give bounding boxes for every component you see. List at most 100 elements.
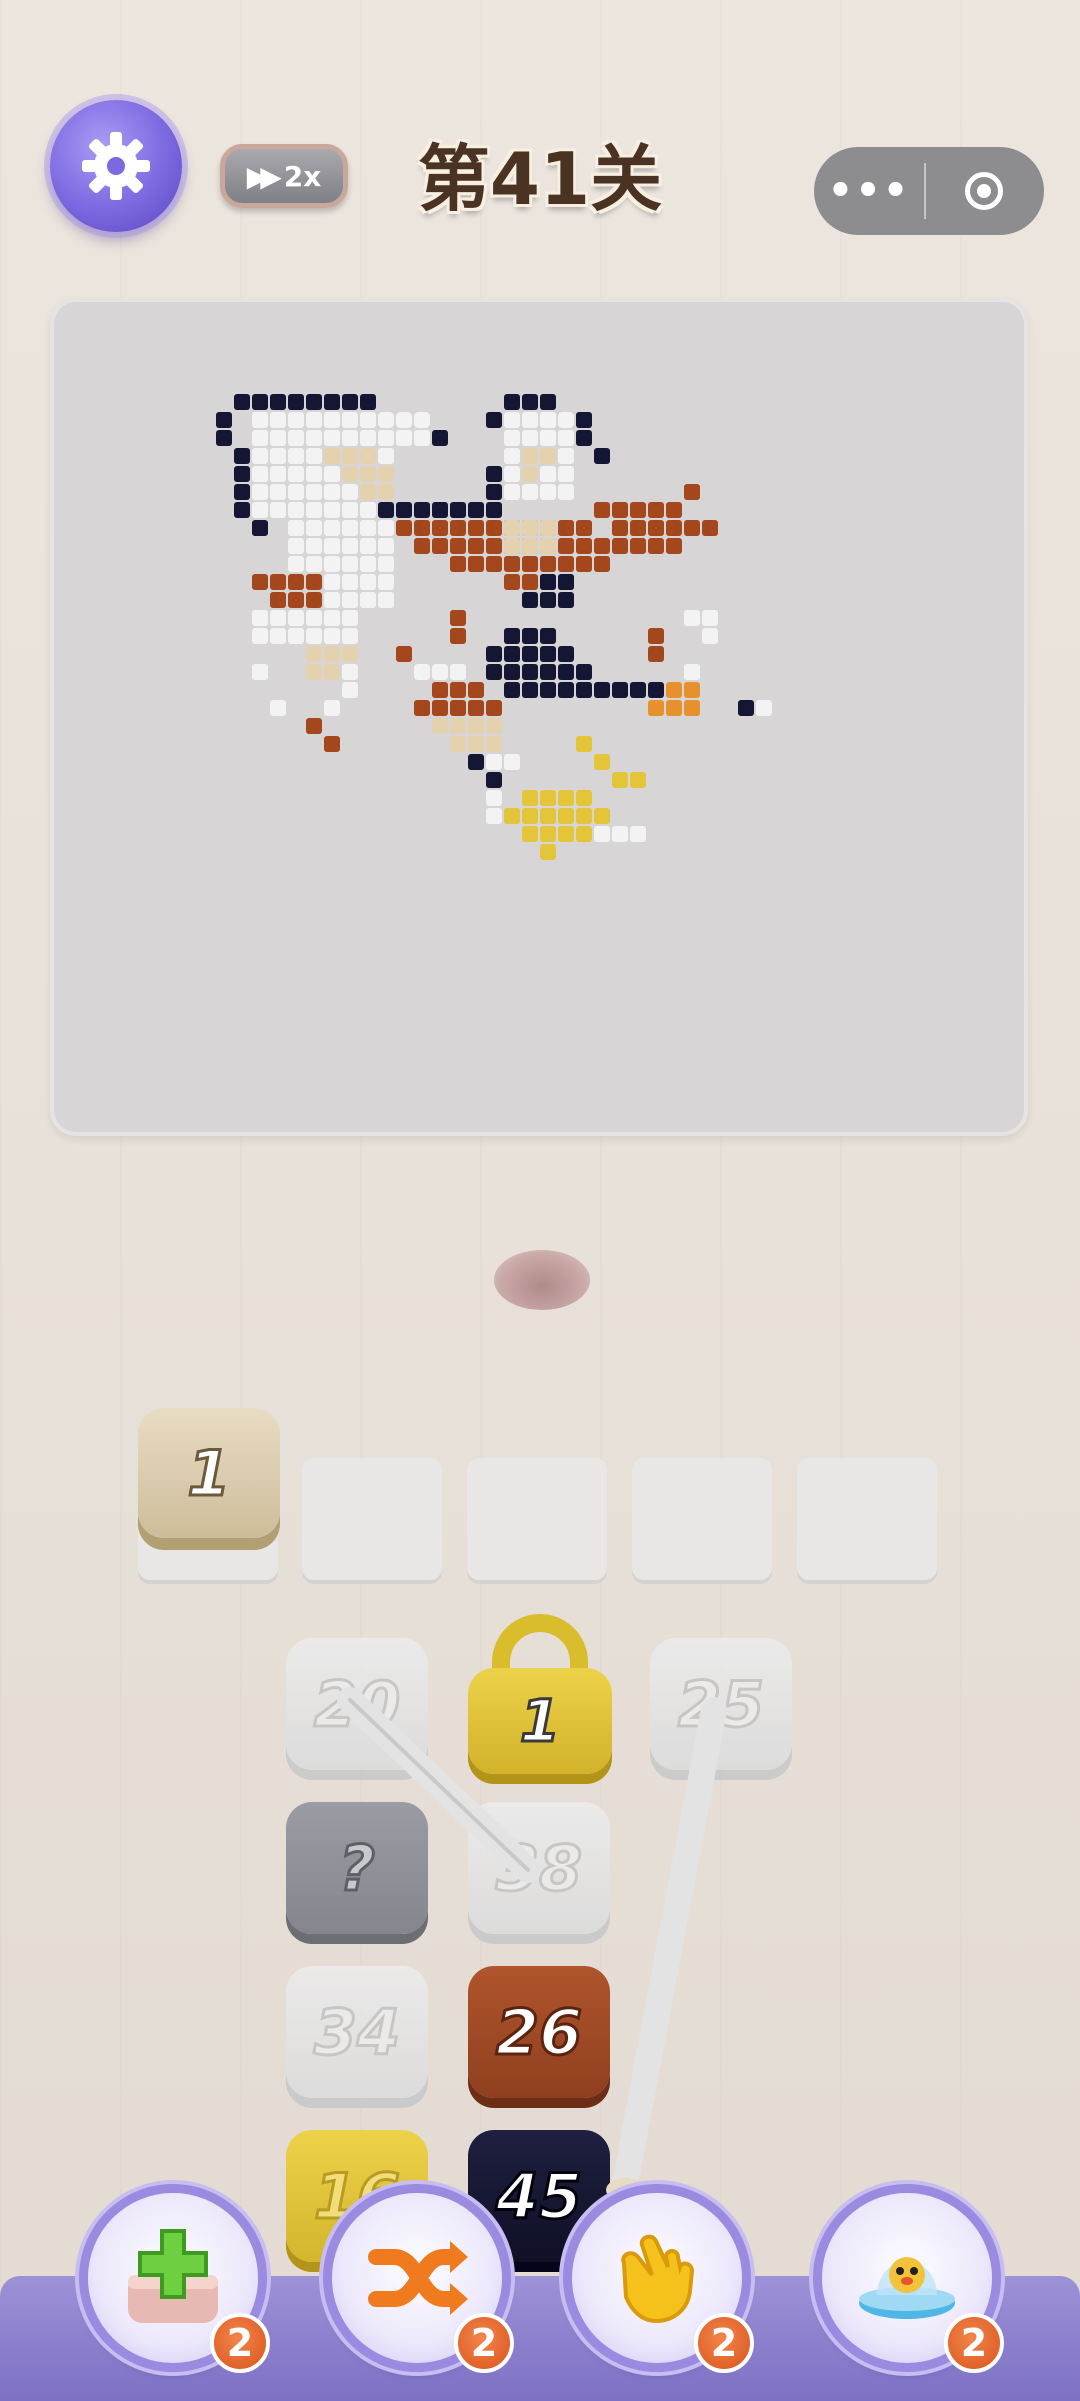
pixel <box>576 736 592 752</box>
pixel <box>450 610 466 626</box>
pixel <box>648 700 664 716</box>
pixel <box>558 556 574 572</box>
pixel <box>270 700 286 716</box>
pixel <box>468 502 484 518</box>
tile-38[interactable]: 38 <box>468 1802 610 1934</box>
pixel <box>576 790 592 806</box>
pixel <box>270 394 286 410</box>
pixel <box>360 466 376 482</box>
pixel <box>468 700 484 716</box>
pixel <box>342 646 358 662</box>
pixel <box>522 430 538 446</box>
pixel <box>522 592 538 608</box>
pixel <box>540 556 556 572</box>
locked-tile[interactable]: 1 <box>468 1614 612 1774</box>
shuffle-icon <box>368 2241 468 2315</box>
more-options-button[interactable]: ••• <box>814 147 924 235</box>
pixel <box>432 538 448 554</box>
pixel <box>558 592 574 608</box>
pixel <box>306 520 322 536</box>
pixel <box>342 574 358 590</box>
tile-26[interactable]: 26 <box>468 1966 610 2098</box>
pixel <box>540 826 556 842</box>
pixel <box>342 556 358 572</box>
pixel <box>414 664 430 680</box>
ufo-icon <box>859 2257 955 2319</box>
pixel <box>360 592 376 608</box>
pixel <box>630 682 646 698</box>
pixel <box>288 556 304 572</box>
pixel <box>468 682 484 698</box>
pixel <box>216 430 232 446</box>
pixel <box>378 466 394 482</box>
pixel <box>540 538 556 554</box>
tray-slot-5 <box>797 1458 937 1580</box>
hand-icon <box>621 2234 695 2324</box>
pixel <box>324 430 340 446</box>
pixel <box>378 412 394 428</box>
pixel <box>666 682 682 698</box>
settings-button[interactable] <box>50 100 182 232</box>
pixel <box>648 628 664 644</box>
pixel <box>234 448 250 464</box>
pixel <box>378 430 394 446</box>
pixel <box>468 520 484 536</box>
pixel <box>576 664 592 680</box>
pixel <box>234 484 250 500</box>
pixel <box>522 664 538 680</box>
pixel <box>486 700 502 716</box>
pixel <box>540 844 556 860</box>
pixel <box>486 502 502 518</box>
pixel <box>630 520 646 536</box>
pixel <box>576 826 592 842</box>
pixel <box>342 520 358 536</box>
pixel <box>684 664 700 680</box>
speed-toggle-button[interactable]: ▶▶ 2x <box>220 144 348 208</box>
pixel <box>396 502 412 518</box>
pixel <box>342 412 358 428</box>
pixel <box>450 736 466 752</box>
pixel <box>288 538 304 554</box>
tile-hidden[interactable]: ? <box>286 1802 428 1934</box>
pixel <box>558 808 574 824</box>
tile-20[interactable]: 20 <box>286 1638 428 1770</box>
pixel <box>450 718 466 734</box>
pixel <box>324 484 340 500</box>
pixel <box>360 502 376 518</box>
tray-tile-1[interactable]: 1 <box>138 1408 280 1538</box>
pixel <box>522 484 538 500</box>
pixel <box>324 394 340 410</box>
tile-34[interactable]: 34 <box>286 1966 428 2098</box>
tile-25[interactable]: 25 <box>650 1638 792 1770</box>
pixel <box>468 538 484 554</box>
pixel <box>684 610 700 626</box>
pixel <box>342 502 358 518</box>
gear-icon <box>82 132 150 200</box>
pixel <box>576 556 592 572</box>
pixel <box>234 466 250 482</box>
close-program-button[interactable] <box>926 172 1042 210</box>
pixel <box>486 718 502 734</box>
pixel <box>684 484 700 500</box>
pixel <box>360 394 376 410</box>
pixel <box>468 736 484 752</box>
pixel <box>342 448 358 464</box>
pixel <box>756 700 772 716</box>
pixel <box>342 628 358 644</box>
pixel <box>306 592 322 608</box>
pixel <box>360 484 376 500</box>
pixel <box>594 808 610 824</box>
pixel <box>234 394 250 410</box>
pixel <box>396 430 412 446</box>
pixel <box>612 682 628 698</box>
pixel <box>414 538 430 554</box>
pixel <box>522 394 538 410</box>
pixel <box>540 664 556 680</box>
pixel <box>522 646 538 662</box>
pixel <box>576 520 592 536</box>
pixel <box>306 538 322 554</box>
rope-25-45 <box>609 1697 727 2213</box>
pixel <box>558 538 574 554</box>
pixel <box>288 592 304 608</box>
target-icon <box>965 172 1003 210</box>
